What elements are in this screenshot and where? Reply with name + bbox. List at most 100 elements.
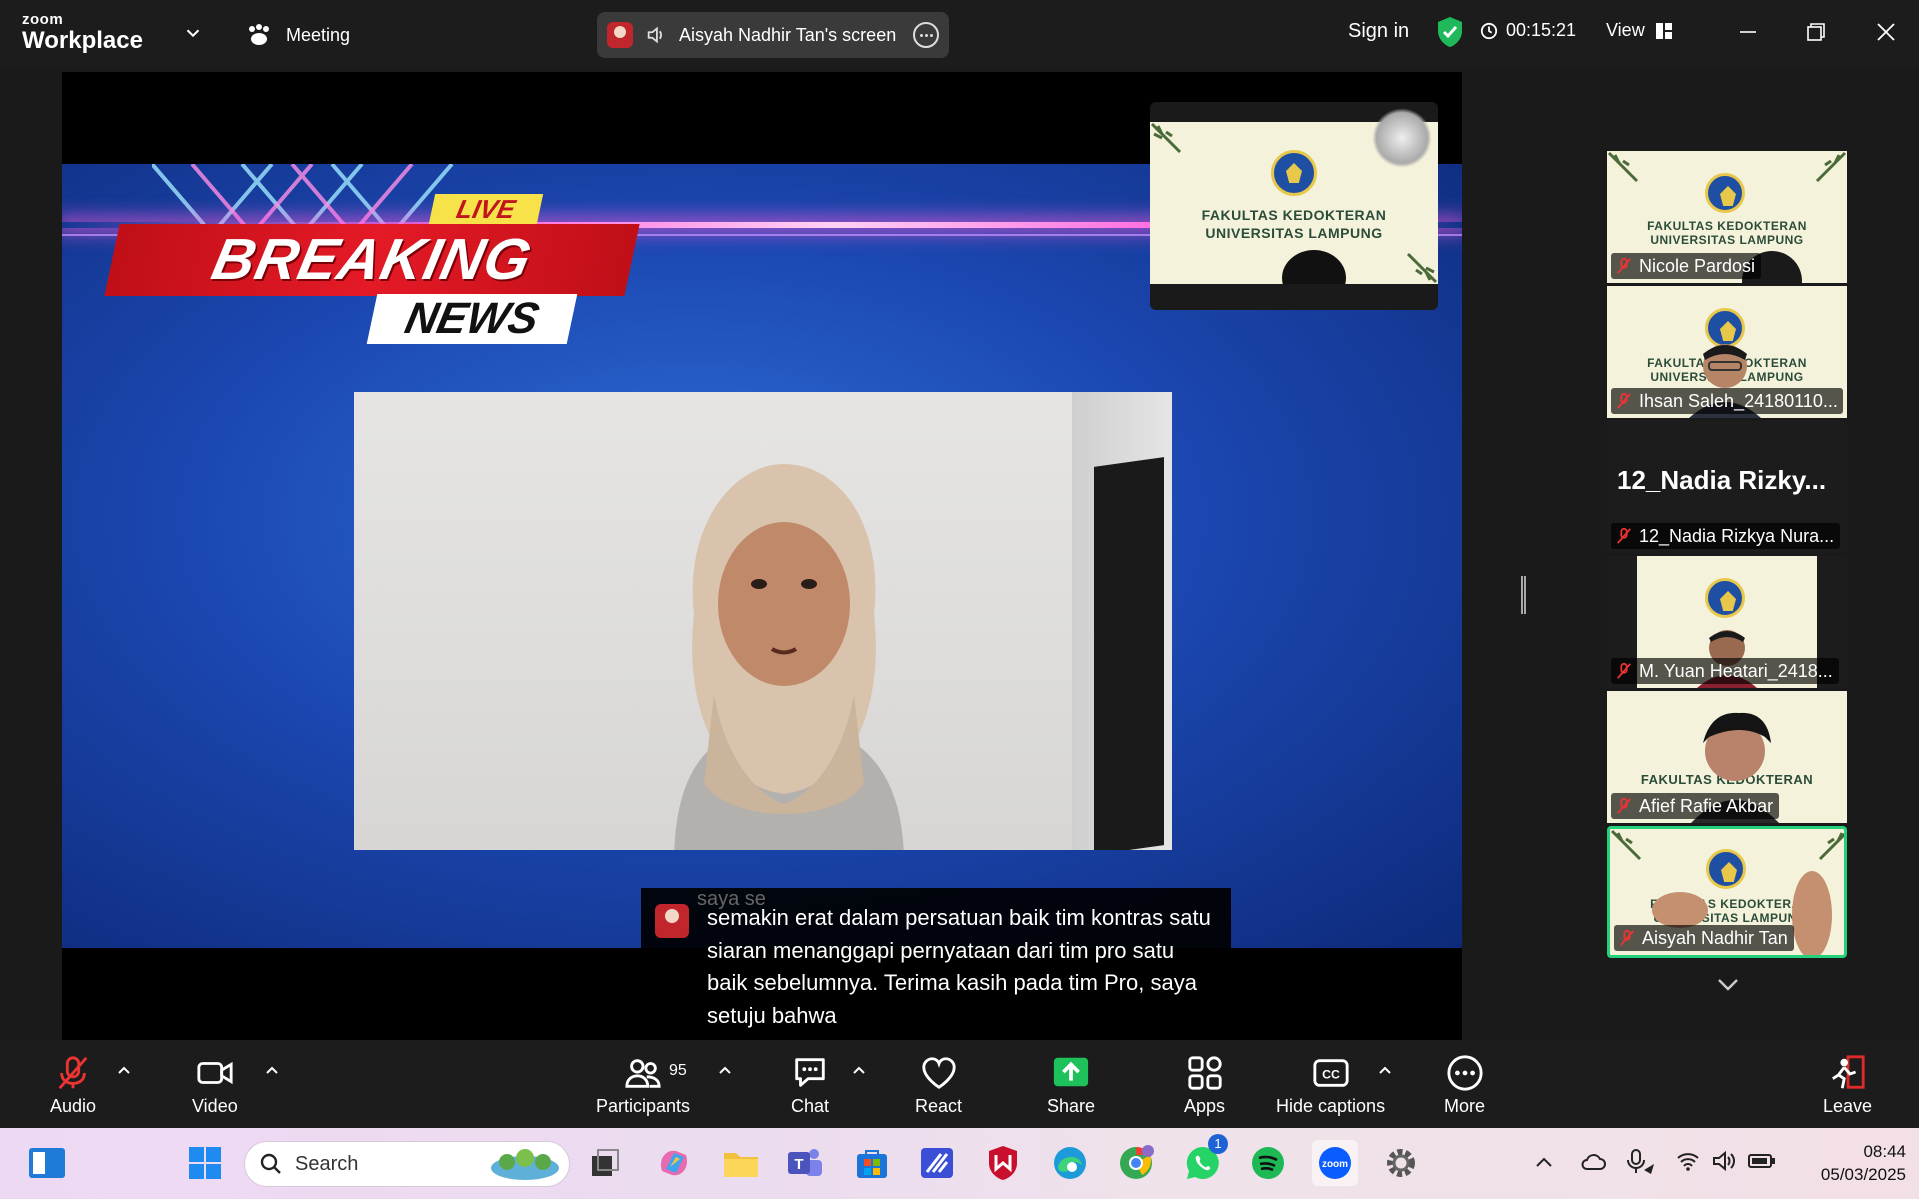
copilot-button[interactable] <box>651 1140 697 1186</box>
volume-icon[interactable] <box>1712 1150 1736 1172</box>
more-icon <box>1446 1055 1483 1091</box>
chevron-down-icon[interactable] <box>182 22 204 44</box>
chevron-up-icon[interactable] <box>717 1062 733 1078</box>
share-label: Aisyah Nadhir Tan's screen <box>679 24 897 45</box>
active-speaker-tile[interactable]: FAKULTAS KEDOKTERAN UNIVERSITAS LAMPUNG … <box>1607 826 1847 958</box>
mic-muted-icon <box>1617 797 1631 814</box>
video-button[interactable]: Video <box>192 1054 238 1117</box>
chat-button[interactable]: Chat <box>791 1054 829 1117</box>
widgets-button[interactable] <box>24 1140 70 1186</box>
chevron-down-icon[interactable] <box>1716 976 1740 994</box>
svg-text:T: T <box>794 1156 803 1173</box>
leaf-icon <box>1406 252 1438 284</box>
video-label: Video <box>192 1096 238 1116</box>
cloud-icon[interactable] <box>1580 1150 1606 1174</box>
file-explorer-button[interactable] <box>718 1140 764 1186</box>
paw-icon <box>249 24 269 45</box>
participant-tile[interactable]: FAKULTAS KEDOKTERAN UNIVERSITAS LAMPUNG … <box>1607 286 1847 418</box>
top-bar: zoom Workplace Meeting Aisyah Nadhir Tan… <box>0 0 1919 68</box>
more-options-icon[interactable] <box>913 22 939 48</box>
chat-label: Chat <box>791 1096 830 1116</box>
store-icon <box>857 1150 887 1178</box>
chevron-up-icon[interactable] <box>1534 1154 1554 1170</box>
search-highlight-image <box>491 1149 559 1180</box>
mic-in-use-icon[interactable] <box>1626 1148 1656 1176</box>
chevron-up-icon[interactable] <box>264 1062 280 1078</box>
mcafee-shield-icon <box>989 1146 1017 1180</box>
shield-check-icon[interactable] <box>1436 16 1464 48</box>
clock-icon <box>1480 22 1498 39</box>
university-logo <box>1705 578 1745 618</box>
teams-button[interactable]: T <box>782 1140 828 1186</box>
battery-icon[interactable] <box>1748 1153 1776 1169</box>
chevron-up-icon[interactable] <box>1377 1062 1393 1078</box>
app-button[interactable] <box>914 1140 960 1186</box>
leaf-icon <box>1610 829 1642 861</box>
university-logo <box>1271 150 1317 196</box>
participant-tile[interactable]: M. Yuan Heatari_2418... <box>1607 556 1847 688</box>
minimize-button[interactable] <box>1728 14 1768 50</box>
live-label: LIVE <box>428 194 544 224</box>
mic-muted-icon <box>1617 257 1631 274</box>
apps-icon <box>1187 1056 1222 1090</box>
video-indicator <box>1372 108 1432 168</box>
meeting-info-button[interactable]: Meeting <box>246 20 350 50</box>
breaking-news-banner: LIVE BREAKING NEWS <box>102 194 640 354</box>
leaf-icon <box>1150 122 1182 154</box>
chevron-up-icon[interactable] <box>116 1062 132 1078</box>
share-button[interactable]: Share <box>1047 1054 1095 1117</box>
zoom-taskbar-button[interactable]: zoom <box>1312 1140 1358 1186</box>
faculty-line2: UNIVERSITAS LAMPUNG <box>1650 233 1804 247</box>
screen-share-pill[interactable]: Aisyah Nadhir Tan's screen <box>597 12 949 58</box>
participant-tile[interactable]: FAKULTAS KEDOKTERAN Afief Rafie Akbar <box>1607 691 1847 823</box>
participant-name-label: Nicole Pardosi <box>1639 255 1756 276</box>
participant-silhouette <box>1282 250 1346 284</box>
background-object <box>1094 457 1164 850</box>
share-label: Share <box>1047 1096 1096 1116</box>
close-button[interactable] <box>1866 14 1906 50</box>
faculty-line2: UNIVERSITAS LAMPUNG <box>1205 225 1383 241</box>
more-button[interactable]: More <box>1444 1054 1485 1117</box>
wifi-icon[interactable] <box>1676 1150 1700 1172</box>
audio-button[interactable]: Audio <box>50 1054 96 1117</box>
mic-muted-icon <box>58 1056 88 1090</box>
mcafee-button[interactable] <box>980 1140 1026 1186</box>
news-label: NEWS <box>366 294 578 344</box>
leave-button[interactable]: Leave <box>1823 1054 1872 1117</box>
hide-captions-button[interactable]: CC Hide captions <box>1276 1054 1385 1117</box>
chrome-button[interactable] <box>1113 1140 1159 1186</box>
settings-button[interactable] <box>1378 1140 1424 1186</box>
edge-button[interactable] <box>1047 1140 1093 1186</box>
whatsapp-button[interactable]: 1 <box>1180 1134 1228 1186</box>
participant-tile[interactable]: FAKULTAS KEDOKTERAN UNIVERSITAS LAMPUNG … <box>1607 151 1847 283</box>
view-button[interactable]: View <box>1606 20 1673 41</box>
start-button[interactable] <box>182 1140 228 1186</box>
task-view-button[interactable] <box>582 1140 628 1186</box>
spotify-button[interactable] <box>1245 1140 1291 1186</box>
participants-label: Participants <box>596 1096 691 1116</box>
taskbar-search[interactable]: Search <box>244 1141 570 1187</box>
chevron-up-icon[interactable] <box>851 1062 867 1078</box>
brand-small: zoom <box>22 11 64 28</box>
react-label: React <box>915 1096 963 1116</box>
participant-tile[interactable]: 12_Nadia Rizky... 12_Nadia Rizkya Nura..… <box>1607 421 1847 553</box>
sign-in-link[interactable]: Sign in <box>1348 20 1409 43</box>
folder-icon <box>724 1153 758 1177</box>
participant-name-label: M. Yuan Heatari_2418... <box>1639 660 1833 681</box>
widgets-icon <box>29 1148 65 1178</box>
speaker-icon <box>647 26 662 44</box>
participant-name: Ihsan Saleh_24180110... <box>1611 388 1843 414</box>
system-clock[interactable]: 08:44 05/03/2025 <box>1790 1140 1906 1186</box>
self-view-thumbnail[interactable]: FAKULTAS KEDOKTERAN UNIVERSITAS LAMPUNG <box>1150 102 1438 310</box>
react-button[interactable]: React <box>915 1054 962 1117</box>
search-icon <box>260 1153 281 1174</box>
participant-name-label: Ihsan Saleh_24180110... <box>1639 390 1838 411</box>
avatar <box>655 904 689 938</box>
restore-button[interactable] <box>1796 14 1836 50</box>
more-label: More <box>1444 1096 1486 1116</box>
apps-button[interactable]: Apps <box>1184 1054 1225 1117</box>
store-button[interactable] <box>849 1140 895 1186</box>
panel-resize-handle[interactable] <box>1521 576 1526 614</box>
participant-display-name: 12_Nadia Rizky... <box>1617 465 1827 495</box>
grid-view-icon <box>1655 22 1672 39</box>
